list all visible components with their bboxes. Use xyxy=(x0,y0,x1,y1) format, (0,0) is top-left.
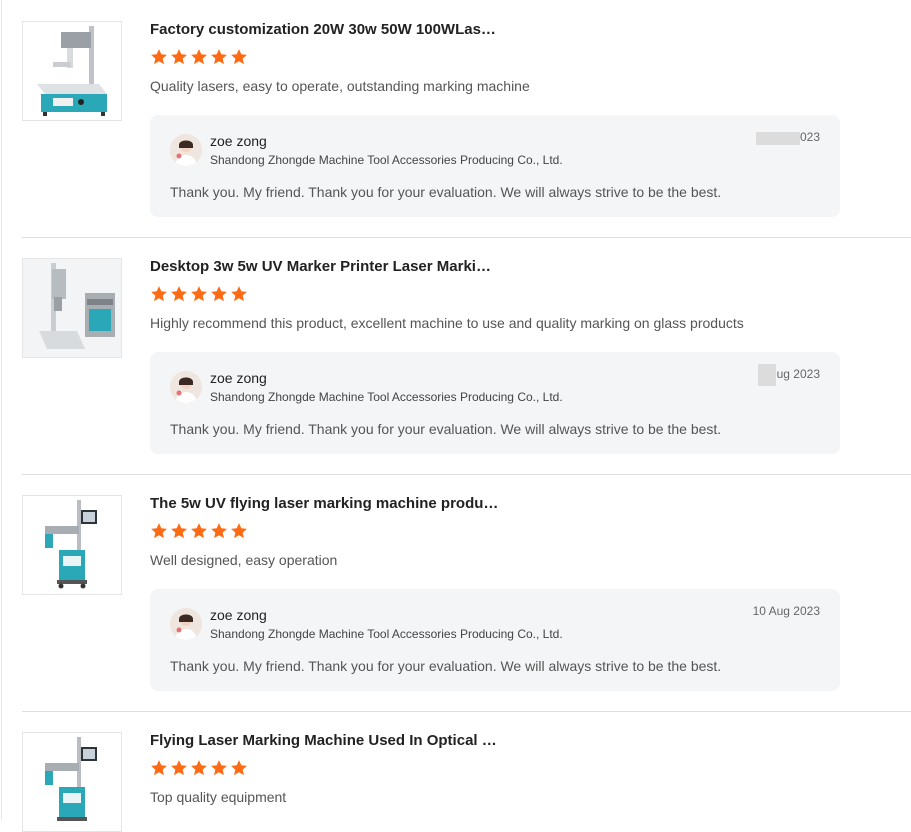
star-rating xyxy=(150,522,248,540)
seller-company: Shandong Zhongde Machine Tool Accessorie… xyxy=(210,390,563,404)
star-icon xyxy=(230,48,248,66)
date-redaction xyxy=(756,132,800,145)
star-icon xyxy=(230,285,248,303)
seller-name: zoe zong xyxy=(210,133,267,149)
reply-text: Thank you. My friend. Thank you for your… xyxy=(170,658,722,674)
divider xyxy=(22,474,911,475)
star-icon xyxy=(170,522,188,540)
review-comment: Quality lasers, easy to operate, outstan… xyxy=(150,78,530,94)
star-rating xyxy=(150,48,248,66)
date-redaction xyxy=(758,364,776,386)
product-thumbnail[interactable] xyxy=(22,21,122,121)
star-icon xyxy=(230,759,248,777)
reply-date: 10 Aug 2023 xyxy=(752,604,820,618)
product-thumbnail[interactable] xyxy=(22,495,122,595)
product-title[interactable]: Factory customization 20W 30w 50W 100WLa… xyxy=(150,21,496,39)
left-border xyxy=(1,0,2,820)
reply-date: 023 xyxy=(799,130,820,144)
star-icon xyxy=(170,759,188,777)
seller-name: zoe zong xyxy=(210,607,267,623)
star-icon xyxy=(190,759,208,777)
star-icon xyxy=(230,522,248,540)
seller-reply: zoe zong Shandong Zhongde Machine Tool A… xyxy=(150,589,840,691)
star-icon xyxy=(190,522,208,540)
product-title[interactable]: Flying Laser Marking Machine Used In Opt… xyxy=(150,732,497,750)
review-comment: Highly recommend this product, excellent… xyxy=(150,315,744,331)
avatar xyxy=(170,608,202,640)
review-comment: Well designed, easy operation xyxy=(150,552,338,568)
divider xyxy=(22,237,911,238)
avatar xyxy=(170,134,202,166)
star-icon xyxy=(210,759,228,777)
star-icon xyxy=(190,48,208,66)
seller-reply: zoe zong Shandong Zhongde Machine Tool A… xyxy=(150,115,840,217)
product-title[interactable]: Desktop 3w 5w UV Marker Printer Laser Ma… xyxy=(150,258,491,276)
star-icon xyxy=(210,522,228,540)
product-title[interactable]: The 5w UV flying laser marking machine p… xyxy=(150,495,498,513)
flying-laser-machine-image xyxy=(45,737,97,821)
reply-text: Thank you. My friend. Thank you for your… xyxy=(170,421,722,437)
seller-company: Shandong Zhongde Machine Tool Accessorie… xyxy=(210,627,563,641)
reply-date: ug 2023 xyxy=(776,367,820,381)
star-icon xyxy=(150,48,168,66)
seller-name: zoe zong xyxy=(210,370,267,386)
product-thumbnail[interactable] xyxy=(22,732,122,832)
star-icon xyxy=(150,759,168,777)
flying-laser-machine-image xyxy=(45,500,97,589)
laser-machine-image xyxy=(37,26,107,116)
review-comment: Top quality equipment xyxy=(150,789,287,805)
divider xyxy=(22,711,911,712)
star-icon xyxy=(190,285,208,303)
laser-machine-image xyxy=(23,259,121,357)
seller-company: Shandong Zhongde Machine Tool Accessorie… xyxy=(210,153,563,167)
star-icon xyxy=(150,522,168,540)
star-icon xyxy=(210,48,228,66)
star-icon xyxy=(150,285,168,303)
star-rating xyxy=(150,759,248,777)
star-icon xyxy=(170,48,188,66)
star-icon xyxy=(210,285,228,303)
star-rating xyxy=(150,285,248,303)
reply-text: Thank you. My friend. Thank you for your… xyxy=(170,184,722,200)
avatar xyxy=(170,371,202,403)
product-thumbnail[interactable] xyxy=(22,258,122,358)
star-icon xyxy=(170,285,188,303)
seller-reply: zoe zong Shandong Zhongde Machine Tool A… xyxy=(150,352,840,454)
